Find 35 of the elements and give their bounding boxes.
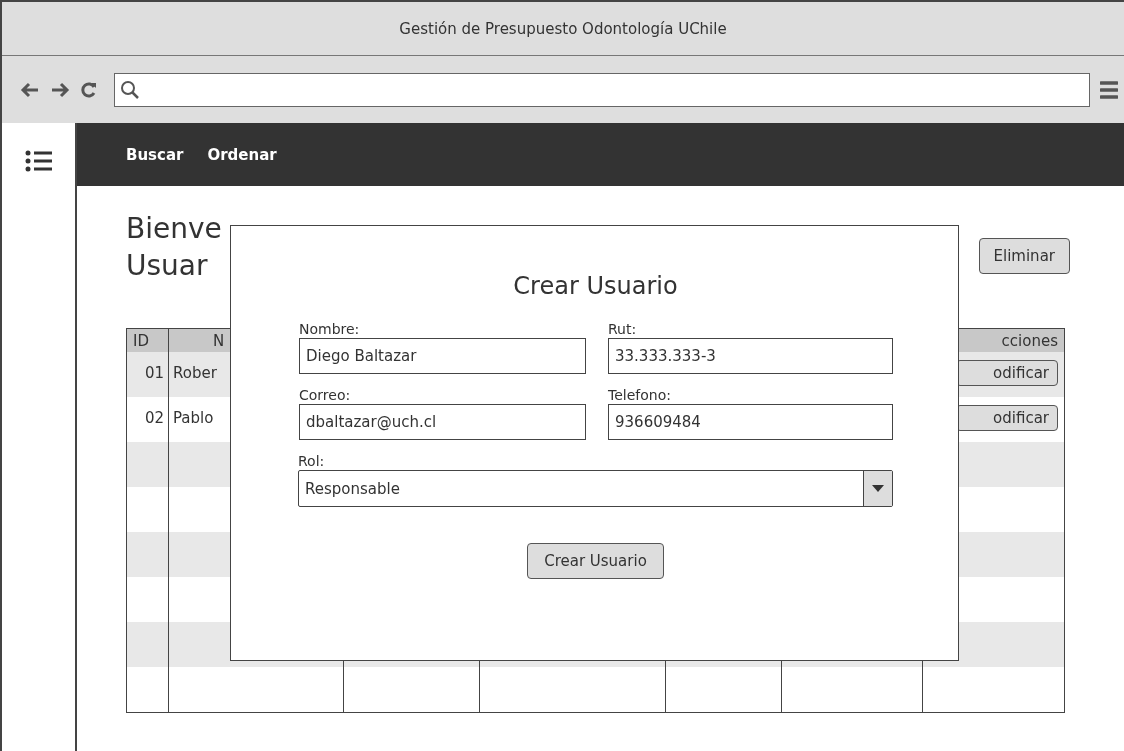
input-field[interactable]: 936609484 — [608, 404, 893, 440]
dialog-title: Crear Usuario — [512, 272, 679, 300]
field-label: Correo: — [299, 386, 352, 404]
nav-link[interactable]: Ordenar — [207, 145, 277, 164]
create-user-button[interactable]: Crear Usuario — [527, 543, 664, 579]
modify-button[interactable]: odificar — [956, 405, 1058, 431]
input-field[interactable]: 33.333.333-3 — [608, 338, 893, 374]
column-header: N — [213, 331, 225, 350]
column-header: ID — [133, 331, 149, 350]
menu-icon[interactable] — [1100, 79, 1118, 100]
input-field[interactable]: dbaltazar@uch.cl — [299, 404, 586, 440]
page-heading: Bienve — [126, 211, 222, 247]
field-label: Rol: — [298, 452, 326, 470]
page-heading: Usuar — [126, 248, 209, 284]
table-cell: 02 — [144, 409, 164, 427]
table-cell: Pablo — [173, 409, 214, 427]
back-arrow-icon[interactable] — [20, 81, 40, 98]
delete-button[interactable]: Eliminar — [978, 238, 1070, 274]
search-icon — [120, 79, 140, 100]
table-cell: Rober — [173, 364, 217, 382]
window-title: Gestión de Presupuesto Odontología UChile — [399, 19, 727, 38]
nav-link[interactable]: Buscar — [126, 145, 184, 164]
field-label: Telefono: — [608, 386, 672, 404]
address-field[interactable] — [114, 72, 1090, 107]
field-label: Rut: — [608, 320, 638, 338]
list-icon[interactable] — [24, 149, 53, 173]
table-cell: 01 — [144, 364, 164, 382]
forward-arrow-icon[interactable] — [50, 81, 70, 98]
column-header: cciones — [1001, 331, 1058, 350]
role-dropdown[interactable]: Responsable — [298, 470, 893, 507]
caret-icon — [872, 484, 884, 493]
modify-button[interactable]: odificar — [956, 360, 1058, 386]
reload-icon[interactable] — [80, 80, 98, 99]
field-label: Nombre: — [299, 320, 361, 338]
input-field[interactable]: Diego Baltazar — [299, 338, 586, 374]
